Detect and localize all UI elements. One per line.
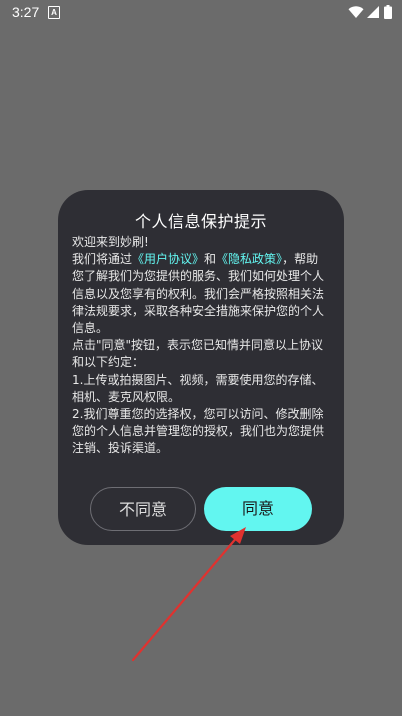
privacy-dialog: 个人信息保护提示 欢迎来到妙刷! 我们将通过《用户协议》和《隐私政策》，帮助您了… — [58, 190, 344, 545]
battery-icon — [384, 5, 392, 19]
status-bar: 3:27 A — [0, 0, 402, 24]
agree-button[interactable]: 同意 — [204, 487, 312, 531]
privacy-policy-link[interactable]: 《隐私政策》 — [216, 252, 282, 266]
welcome-text: 欢迎来到妙刷! — [72, 235, 149, 249]
intro-text-and: 和 — [204, 252, 217, 267]
status-time: 3:27 — [12, 4, 40, 20]
disagree-button[interactable]: 不同意 — [90, 487, 196, 531]
intro-text-pre: 我们将通过 — [72, 252, 133, 267]
consent-paragraph: 点击"同意"按钮，表示您已知情并同意以上协议和以下约定： — [72, 338, 324, 370]
dialog-title: 个人信息保护提示 — [134, 212, 267, 231]
screen: 3:27 A 个人信息保护提示 欢迎来到妙刷! 我们将通过《用户协议》和《隐私政… — [0, 0, 402, 716]
intro-paragraph: 我们将通过《用户协议》和《隐私政策》，帮助您了解我们为您提供的服务、我们如何处理… — [72, 251, 328, 337]
dialog-body: 欢迎来到妙刷! 我们将通过《用户协议》和《隐私政策》，帮助您了解我们为您提供的服… — [72, 234, 328, 458]
wifi-icon — [348, 6, 364, 18]
signal-icon — [367, 6, 379, 18]
user-agreement-link[interactable]: 《用户协议》 — [132, 252, 204, 266]
rights-paragraph: 2.我们尊重您的选择权，您可以访问、修改删除您的个人信息并管理您的授权，我们也为… — [72, 407, 325, 456]
permission-paragraph: 1.上传或拍摄图片、视频，需要使用您的存储、相机、麦克风权限。 — [72, 372, 324, 404]
notification-icon: A — [48, 6, 60, 19]
